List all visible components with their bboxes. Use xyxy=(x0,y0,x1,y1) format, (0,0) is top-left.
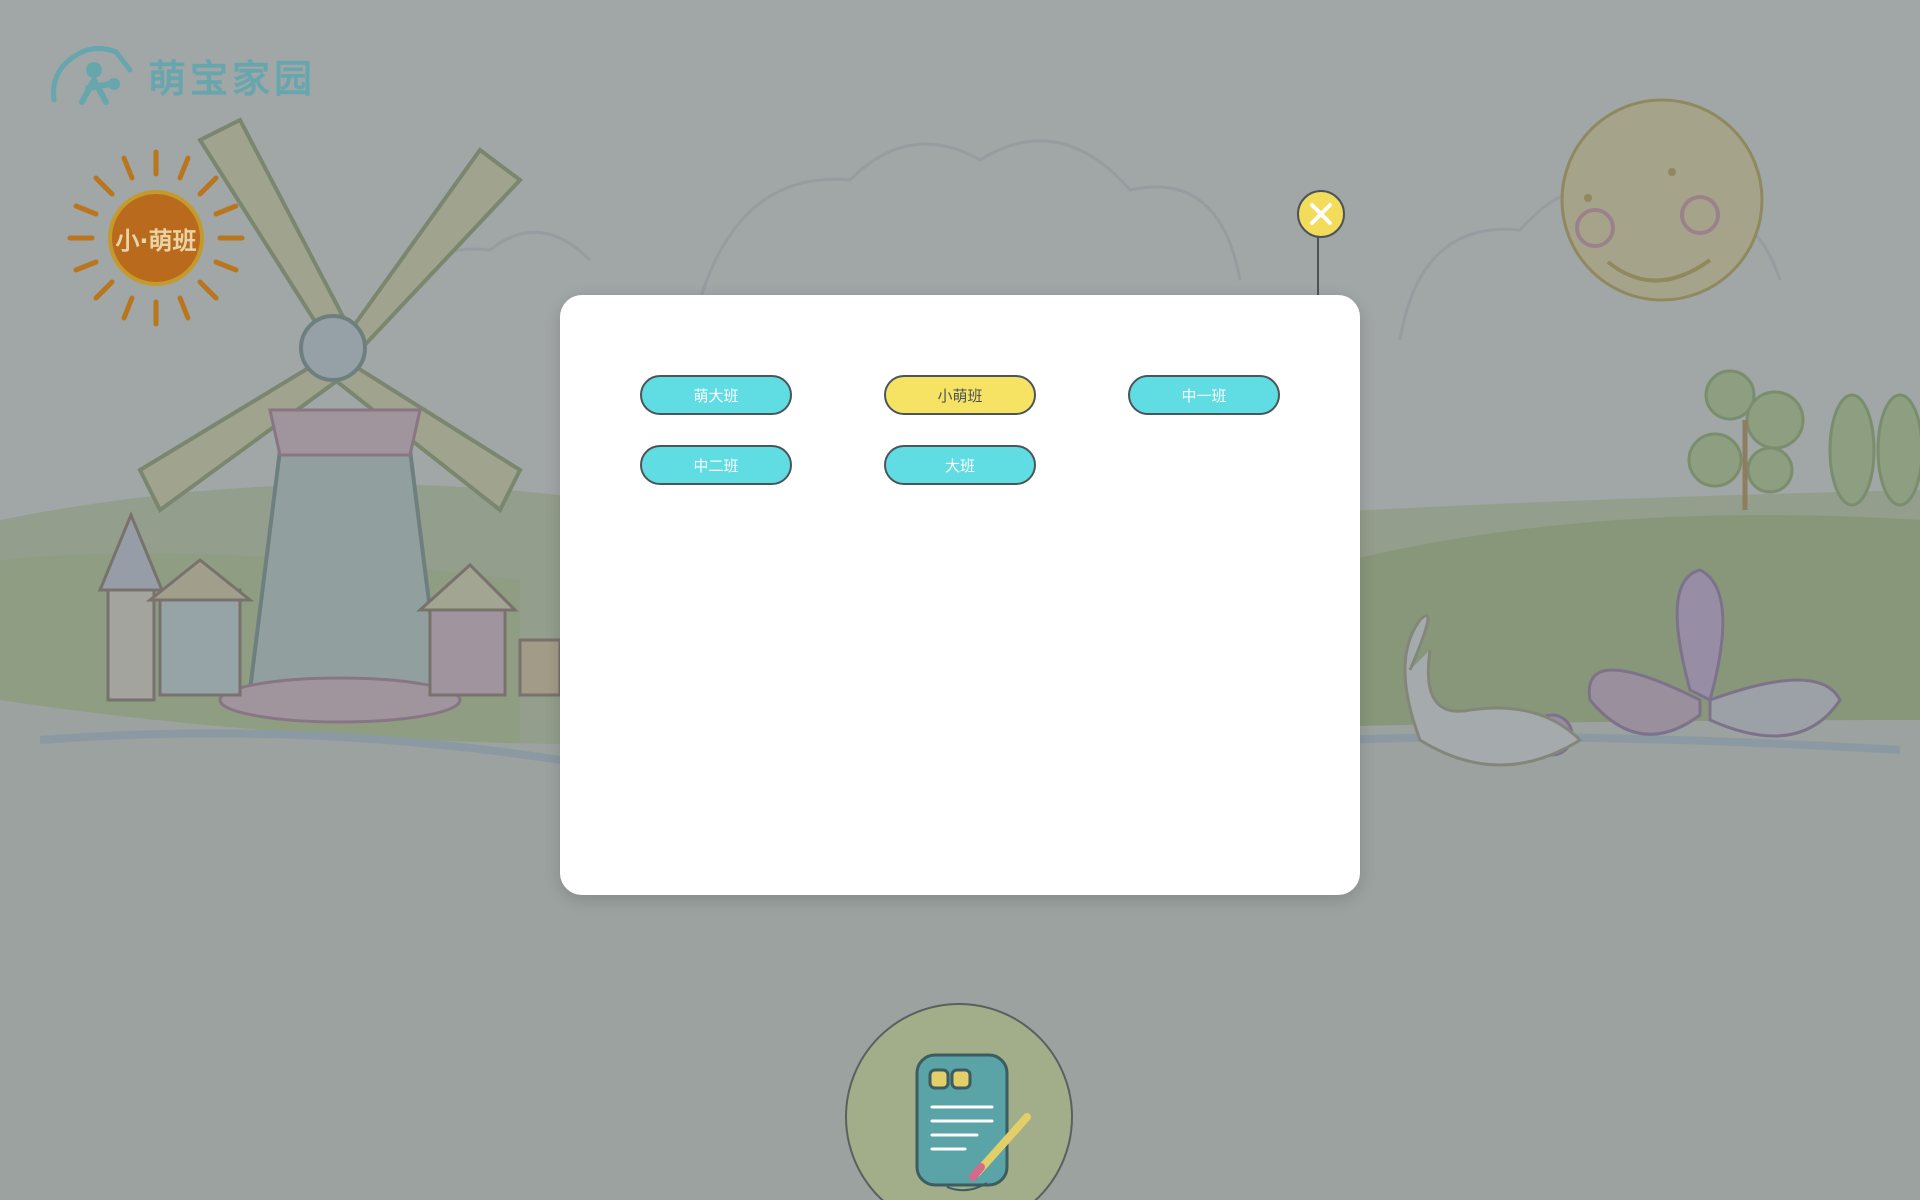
class-option-button[interactable]: 小萌班 xyxy=(884,375,1036,415)
class-option-button[interactable]: 萌大班 xyxy=(640,375,792,415)
class-select-dialog: 萌大班 小萌班 中一班 中二班 大班 xyxy=(560,295,1360,895)
class-option-label: 中二班 xyxy=(693,456,739,475)
sign-in-button[interactable] xyxy=(845,1003,1073,1200)
class-option-label: 萌大班 xyxy=(693,386,739,405)
class-option-button[interactable]: 中二班 xyxy=(640,445,792,485)
current-class-badge: 小·萌班 xyxy=(66,148,246,328)
app-title: 萌宝家园 xyxy=(148,56,317,101)
close-icon xyxy=(1310,203,1332,225)
home-family-icon xyxy=(51,46,133,105)
class-option-label: 大班 xyxy=(944,456,975,475)
close-button[interactable] xyxy=(1297,190,1345,238)
current-class-label: 小·萌班 xyxy=(115,226,197,255)
class-option-label: 中一班 xyxy=(1181,386,1227,405)
class-list: 萌大班 小萌班 中一班 中二班 大班 xyxy=(640,375,1280,485)
sign-in-clipboard-icon xyxy=(915,1053,1031,1192)
class-option-button[interactable]: 大班 xyxy=(884,445,1036,485)
app-logo: 萌宝家园 xyxy=(48,40,316,110)
class-option-label: 小萌班 xyxy=(937,386,983,405)
close-button-string xyxy=(1317,228,1319,296)
class-option-button[interactable]: 中一班 xyxy=(1128,375,1280,415)
